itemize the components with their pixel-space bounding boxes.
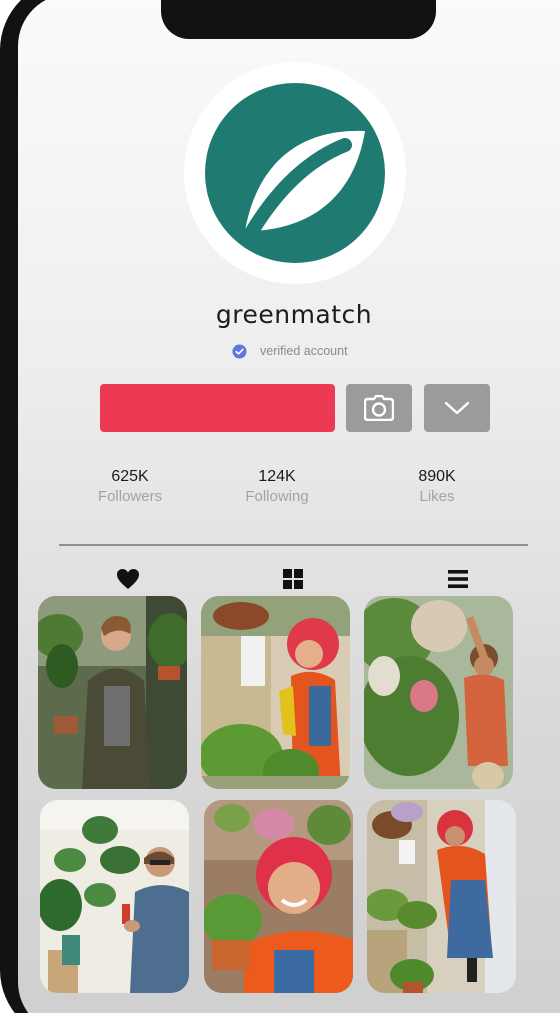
tab-liked[interactable]: [114, 566, 142, 592]
verified-label: verified account: [260, 344, 348, 358]
tab-grid[interactable]: [279, 566, 307, 592]
phone-notch: [161, 0, 436, 39]
camera-button[interactable]: [346, 384, 412, 432]
verified-check-icon: [232, 343, 247, 359]
post-thumbnail-6[interactable]: [367, 800, 516, 993]
section-divider: [59, 544, 528, 546]
profile-username: greenmatch: [215, 300, 373, 329]
post-thumbnail-5[interactable]: [204, 800, 353, 993]
grid-icon: [283, 569, 303, 589]
post-thumbnail-1[interactable]: [38, 596, 187, 789]
stat-likes-label: Likes: [419, 488, 455, 505]
leaf-logo-icon: [205, 83, 385, 263]
camera-icon: [364, 395, 394, 421]
heart-icon: [117, 569, 139, 589]
stat-likes[interactable]: 890K Likes: [367, 468, 507, 508]
follow-button[interactable]: [100, 384, 335, 432]
chevron-down-icon: [444, 401, 470, 415]
stat-followers[interactable]: 625K Followers: [60, 468, 200, 508]
post-thumbnail-3[interactable]: [364, 596, 513, 789]
post-thumbnail-4[interactable]: [40, 800, 189, 993]
stat-following-label: Following: [245, 488, 309, 505]
phone-frame: greenmatch verified account 625K Followe…: [0, 0, 560, 1013]
post-image: [38, 596, 187, 789]
post-image: [201, 596, 350, 789]
phone-screen: greenmatch verified account 625K Followe…: [18, 0, 560, 1013]
tab-list[interactable]: [444, 566, 472, 592]
more-options-button[interactable]: [424, 384, 490, 432]
stat-following-value: 124K: [258, 468, 296, 485]
post-image: [204, 800, 353, 993]
stat-likes-value: 890K: [418, 468, 456, 485]
phone-mockup: greenmatch verified account 625K Followe…: [0, 0, 560, 1013]
verified-badge-row: verified account: [232, 342, 348, 360]
profile-avatar[interactable]: [184, 62, 406, 284]
list-icon: [448, 570, 468, 588]
post-image: [40, 800, 189, 993]
post-image: [367, 800, 516, 993]
stat-following[interactable]: 124K Following: [207, 468, 347, 508]
post-image: [364, 596, 513, 789]
post-thumbnail-2[interactable]: [201, 596, 350, 789]
stat-followers-value: 625K: [111, 468, 149, 485]
stat-followers-label: Followers: [97, 488, 163, 505]
